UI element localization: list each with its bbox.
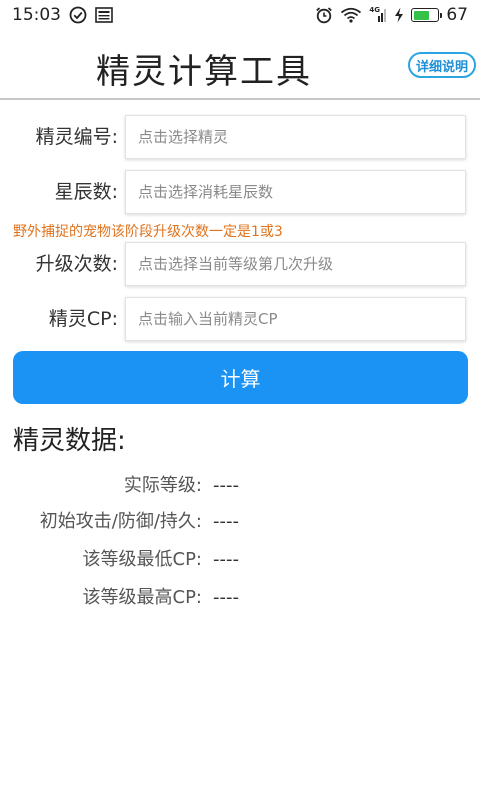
upgrade-count-input[interactable] [125,242,466,286]
result-row-max-cp: 该等级最高CP: ---- [0,583,480,613]
form-row-upgrade-count: 升级次数: [0,242,480,286]
base-stats-label: 初始攻击/防御/持久: [39,511,202,532]
result-row-min-cp: 该等级最低CP: ---- [0,545,480,575]
cp-input[interactable] [125,297,466,341]
base-stats-value: ---- [213,511,239,532]
actual-level-label: 实际等级: [123,475,202,496]
form-row-pokemon-id: 精灵编号: [0,115,480,159]
calculate-button[interactable]: 计算 [13,351,468,404]
status-bar: 15:03 4G 67 [0,0,480,30]
pokemon-id-input[interactable] [125,115,466,159]
help-button[interactable]: 详细说明 [407,52,476,78]
form-row-cp: 精灵CP: [0,297,480,341]
pokemon-id-label: 精灵编号: [35,126,118,148]
cp-label: 精灵CP: [48,308,118,330]
max-cp-label: 该等级最高CP: [82,587,203,608]
battery-icon [411,8,443,22]
battery-fill [413,10,430,20]
max-cp-value: ---- [213,587,239,608]
result-row-iv: 初始攻击/防御/持久: ---- [0,507,480,537]
alarm-icon [315,6,333,24]
check-circle-icon [69,6,87,24]
network-type-label: 4G [369,6,380,14]
min-cp-label: 该等级最低CP: [82,549,203,570]
charging-icon [394,7,404,23]
page-title: 精灵计算工具 [96,52,312,92]
stardust-input[interactable] [125,170,466,214]
cellular-signal-icon: 4G [369,6,387,23]
wifi-icon [340,7,362,23]
status-time: 15:03 [12,5,61,25]
min-cp-value: ---- [213,549,239,570]
warning-text: 野外捕捉的宠物该阶段升级次数一定是1或3 [13,224,283,240]
battery-percent: 67 [446,5,468,25]
form-row-stardust: 星辰数: [0,170,480,214]
stardust-label: 星辰数: [54,181,118,203]
result-row-level: 实际等级: ---- [0,471,480,501]
actual-level-value: ---- [213,475,239,496]
results-title: 精灵数据: [13,426,126,456]
news-icon [95,7,113,23]
upgrade-count-label: 升级次数: [35,253,118,275]
app-header: 精灵计算工具 详细说明 [0,30,480,100]
